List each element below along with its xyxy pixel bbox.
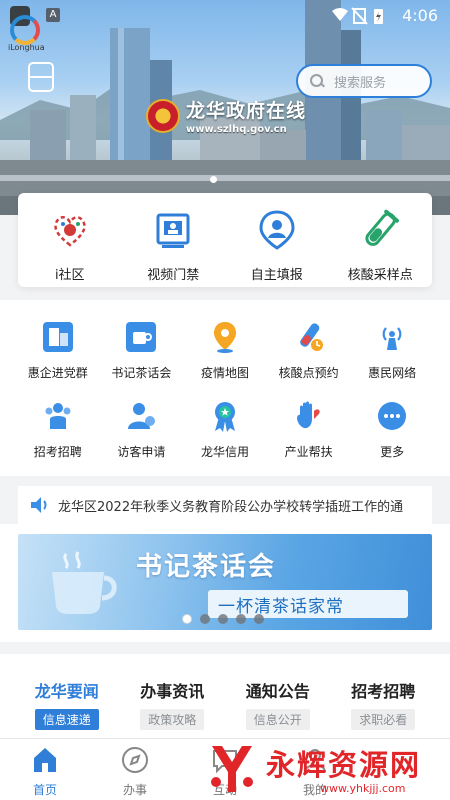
service-label: 书记茶话会 (111, 366, 172, 380)
banner-dot[interactable] (200, 614, 210, 624)
nucleic-booking-icon (299, 323, 323, 351)
tab-label: 招考招聘 (351, 682, 416, 701)
quick-item-label: 自主填报 (250, 268, 303, 283)
banner-title: 书记茶话会 (136, 552, 277, 582)
app-logo-label: iLonghua (8, 43, 45, 52)
tea-talk-icon (126, 322, 157, 352)
quick-item-video-access[interactable]: 视频门禁 (122, 193, 226, 287)
gov-brand: 龙华政府在线 www.szlhq.gov.cn (146, 96, 306, 135)
tab-label: 通知公告 (245, 682, 310, 701)
watermark-logo-icon (211, 746, 253, 792)
quick-item-label: 核酸采样点 (347, 268, 413, 283)
recruit-icon (45, 403, 71, 429)
banner-pagination (182, 614, 264, 624)
scan-icon[interactable] (28, 62, 54, 92)
tea-cup-icon (52, 551, 117, 614)
clock: 4:06 (402, 6, 438, 25)
self-report-icon (259, 210, 295, 250)
national-emblem-icon (146, 98, 180, 133)
service-label: 招考招聘 (33, 445, 82, 459)
search-icon (310, 74, 324, 88)
service-recruit[interactable]: 招考招聘 (16, 399, 100, 460)
quick-item-label: 视频门禁 (147, 268, 200, 283)
services-grid: 惠企进党群 书记茶话会 疫情地图 核酸点预约 惠民网络 招考招聘 访客申请 龙华… (0, 300, 450, 476)
tab-chip[interactable]: 求职必看 (351, 709, 416, 730)
tab-chip[interactable]: 信息速递 (34, 709, 99, 730)
tab-notices[interactable]: 通知公告 信息公开 (225, 654, 331, 738)
watermark-url: www.yhkjjj.com (320, 782, 406, 795)
home-icon (34, 748, 56, 772)
credit-medal-icon (214, 402, 235, 432)
video-access-icon (156, 213, 190, 248)
quick-item-self-report[interactable]: 自主填报 (225, 193, 329, 287)
banner-dot[interactable] (236, 614, 246, 624)
service-party-building[interactable]: 惠企进党群 (16, 320, 100, 381)
nav-label: 首页 (32, 783, 57, 797)
brand-title: 龙华政府在线 (186, 100, 307, 122)
nav-services[interactable]: 办事 (90, 739, 180, 800)
quick-item-label: i社区 (54, 268, 85, 283)
community-heart-icon (54, 216, 86, 247)
notice-bar[interactable]: 龙华区2022年秋季义务教育阶段公办学校转学插班工作的通 (18, 486, 432, 524)
banner-dot[interactable] (218, 614, 228, 624)
brand-url: www.szlhq.gov.cn (186, 124, 287, 135)
tab-chip[interactable]: 政策攻略 (140, 709, 205, 730)
service-label: 产业帮扶 (284, 445, 333, 459)
map-pin-icon (213, 322, 236, 353)
news-tabs: 龙华要闻 信息速递 办事资讯 政策攻略 通知公告 信息公开 招考招聘 求职必看 (0, 654, 450, 738)
network-icon (382, 327, 402, 350)
party-building-icon (42, 322, 73, 352)
signal-battery-icons (332, 7, 383, 25)
more-icon (378, 402, 407, 430)
service-label: 疫情地图 (200, 366, 249, 380)
search-input[interactable]: 搜索服务 (296, 64, 432, 98)
service-industry[interactable]: 产业帮扶 (267, 399, 351, 460)
notice-text: 龙华区2022年秋季义务教育阶段公办学校转学插班工作的通 (58, 499, 404, 515)
service-nucleic-booking[interactable]: 核酸点预约 (267, 320, 351, 381)
nav-home[interactable]: 首页 (0, 739, 90, 800)
service-credit[interactable]: 龙华信用 (183, 399, 267, 460)
service-epidemic-map[interactable]: 疫情地图 (183, 320, 267, 381)
service-label: 惠企进党群 (27, 366, 88, 380)
service-more[interactable]: 更多 (350, 399, 434, 460)
banner-dot[interactable] (254, 614, 264, 624)
hero-banner: A 4:06 iLonghua 搜索服务 龙华政府在线 www.szlhq.go… (0, 0, 450, 215)
service-label: 惠民网络 (368, 366, 417, 380)
industry-hand-icon (296, 401, 320, 429)
watermark-title: 永辉资源网 (266, 748, 422, 782)
tab-chip[interactable]: 信息公开 (245, 709, 310, 730)
compass-icon (122, 747, 148, 773)
watermark: 永辉资源网 www.yhkjjj.com (204, 738, 450, 800)
service-label: 更多 (380, 445, 405, 459)
speaker-icon (31, 497, 47, 513)
quick-item-sampling-point[interactable]: 核酸采样点 (329, 193, 433, 287)
quick-services-card: i社区 视频门禁 自主填报 核酸采样点 (18, 193, 432, 287)
tab-service-info[interactable]: 办事资讯 政策攻略 (120, 654, 226, 738)
service-label: 访客申请 (117, 445, 166, 459)
promo-section: 书记茶话会 一杯清茶话家常 (0, 524, 450, 642)
search-placeholder: 搜索服务 (334, 75, 387, 91)
banner-dot[interactable] (182, 614, 192, 624)
tab-label: 龙华要闻 (34, 682, 99, 701)
keyboard-a-icon: A (46, 8, 60, 22)
app-logo-icon (10, 15, 40, 45)
service-visitor[interactable]: 访客申请 (100, 399, 184, 460)
service-label: 龙华信用 (200, 445, 249, 459)
tab-recruitment[interactable]: 招考招聘 求职必看 (331, 654, 437, 738)
test-tube-icon (365, 209, 400, 246)
service-label: 核酸点预约 (278, 366, 339, 380)
quick-item-community[interactable]: i社区 (18, 193, 122, 287)
visitor-icon (128, 403, 156, 429)
status-bar: A 4:06 (0, 0, 450, 32)
tab-label: 办事资讯 (140, 682, 205, 701)
tab-longhua-news[interactable]: 龙华要闻 信息速递 (14, 654, 120, 738)
service-network[interactable]: 惠民网络 (350, 320, 434, 381)
nav-label: 办事 (122, 783, 147, 797)
service-tea-talk[interactable]: 书记茶话会 (100, 320, 184, 381)
hero-dot[interactable] (210, 176, 217, 183)
hero-pagination (210, 176, 217, 183)
